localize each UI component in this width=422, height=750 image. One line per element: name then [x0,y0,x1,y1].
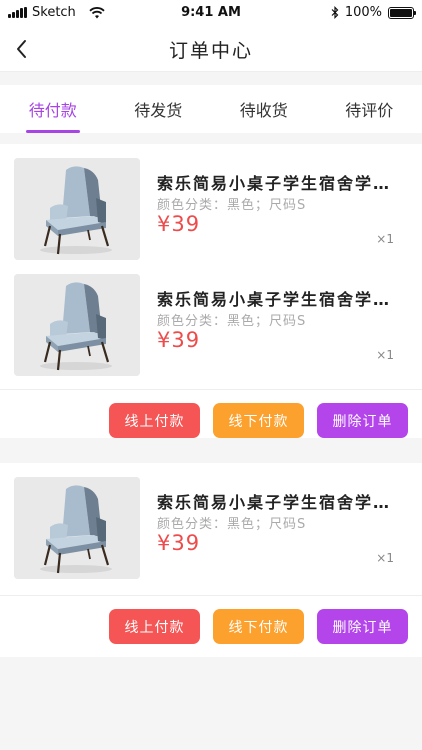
product-title: 索乐简易小桌子学生宿舍学生宿舍 [157,493,397,512]
delete-order-button[interactable]: 删除订单 [317,609,408,644]
armchair-image [14,477,140,579]
armchair-image [14,274,140,376]
product-price: ¥39 [157,531,201,555]
product-title: 索乐简易小桌子学生宿舍学生宿舍 [157,174,397,193]
battery-percent: 100% [344,5,382,20]
battery-fill [390,8,412,17]
tab-pending-review[interactable]: 待评价 [317,85,422,133]
product-image [14,477,140,579]
status-right: 100% [331,5,416,20]
armchair-image [14,158,140,260]
battery-icon [388,6,416,19]
delete-order-button[interactable]: 删除订单 [317,403,408,438]
product-price: ¥39 [157,212,201,236]
offline-pay-button[interactable]: 线下付款 [213,609,304,644]
product-quantity: ×1 [376,348,394,362]
order-card: 索乐简易小桌子学生宿舍学生宿舍 颜色分类：黑色；尺码S ¥39 ×1 索 [0,144,422,438]
nav-bar: 订单中心 [0,26,422,72]
tab-pending-payment[interactable]: 待付款 [0,85,106,133]
product-quantity: ×1 [376,551,394,565]
page-title: 订单中心 [168,40,253,62]
product-spec: 颜色分类：黑色；尺码S [157,314,307,329]
order-item[interactable]: 索乐简易小桌子学生宿舍学生宿舍 颜色分类：黑色；尺码S ¥39 ×1 [0,260,422,376]
product-quantity: ×1 [376,232,394,246]
product-title: 索乐简易小桌子学生宿舍学生宿舍 [157,290,397,309]
order-item[interactable]: 索乐简易小桌子学生宿舍学生宿舍 颜色分类：黑色；尺码S ¥39 ×1 [0,144,422,260]
product-spec: 颜色分类：黑色；尺码S [157,198,307,213]
product-spec: 颜色分类：黑色；尺码S [157,517,307,532]
order-actions: 线上付款 线下付款 删除订单 [109,609,408,644]
online-pay-button[interactable]: 线上付款 [109,403,200,438]
offline-pay-button[interactable]: 线下付款 [213,403,304,438]
tab-pending-shipment[interactable]: 待发货 [106,85,212,133]
online-pay-button[interactable]: 线上付款 [109,609,200,644]
product-image [14,158,140,260]
tab-pending-receipt[interactable]: 待收货 [211,85,317,133]
order-tabs: 待付款 待发货 待收货 待评价 [0,85,422,133]
order-card: 索乐简易小桌子学生宿舍学生宿舍 颜色分类：黑色；尺码S ¥39 ×1 线上付款 … [0,463,422,657]
bluetooth-icon [331,6,339,19]
status-bar: Sketch 9:41 AM 100% [0,0,422,26]
product-price: ¥39 [157,328,201,352]
divider [0,595,422,596]
order-item[interactable]: 索乐简易小桌子学生宿舍学生宿舍 颜色分类：黑色；尺码S ¥39 ×1 [0,463,422,579]
order-actions: 线上付款 线下付款 删除订单 [109,403,408,438]
divider [0,389,422,390]
product-image [14,274,140,376]
